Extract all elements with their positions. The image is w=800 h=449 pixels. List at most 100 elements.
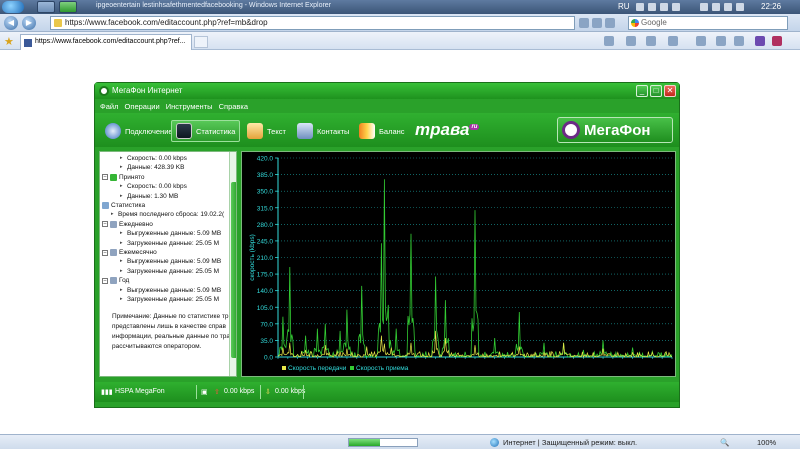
tree-row[interactable]: ▸ Выгруженные данные: 5.09 MB bbox=[120, 230, 221, 239]
tree-row[interactable]: ▸ Выгруженные данные: 5.09 MB bbox=[120, 258, 221, 267]
menu-help[interactable]: Справка bbox=[219, 102, 248, 111]
upload-arrow-icon: ⇧ bbox=[214, 389, 220, 396]
tray-icon[interactable] bbox=[648, 3, 656, 11]
tree-row[interactable]: – Принято bbox=[102, 173, 145, 183]
mail-icon[interactable] bbox=[646, 36, 656, 46]
window-title-text: ipgeoentertain lestinhsafethmentedfacebo… bbox=[96, 2, 332, 9]
text-label: Текст bbox=[267, 126, 286, 136]
balance-button[interactable]: Баланс bbox=[355, 120, 409, 142]
refresh-icon[interactable] bbox=[592, 18, 602, 28]
download-speed: 0.00 kbps bbox=[275, 388, 306, 395]
tray-icon[interactable] bbox=[672, 3, 680, 11]
menu-tools[interactable]: Инструменты bbox=[166, 102, 213, 111]
contacts-label: Контакты bbox=[317, 126, 350, 136]
zoom-level[interactable]: 100% bbox=[757, 438, 776, 447]
scrollbar-thumb[interactable] bbox=[231, 182, 236, 358]
modem-icon: ▣ bbox=[201, 389, 208, 396]
tree-expander-icon[interactable]: – bbox=[102, 249, 108, 256]
tray-icon[interactable] bbox=[712, 3, 720, 11]
page-icon bbox=[54, 19, 62, 27]
forward-button[interactable]: ▶ bbox=[22, 16, 36, 30]
tray-icon[interactable] bbox=[636, 3, 644, 11]
legend-swatch bbox=[350, 366, 354, 370]
status-divider bbox=[303, 385, 304, 399]
language-indicator[interactable]: RU bbox=[618, 2, 630, 11]
start-orb-icon[interactable] bbox=[2, 1, 24, 13]
tree-row[interactable]: – Ежемесячно bbox=[102, 249, 157, 258]
tree-row[interactable]: ▸ Скорость: 0.00 kbps bbox=[120, 155, 187, 164]
statistics-button[interactable]: Статистика bbox=[171, 120, 241, 142]
facebook-favicon-icon bbox=[24, 39, 32, 47]
arrow-icon: ▸ bbox=[120, 164, 123, 171]
tree-row[interactable]: ▸ Загруженные данные: 25.05 M bbox=[120, 240, 219, 249]
clock[interactable]: 22:26 bbox=[761, 2, 781, 11]
taskbar-ie-button[interactable] bbox=[37, 1, 55, 13]
signal-icon: ▮▮▮ bbox=[101, 389, 113, 396]
connect-button[interactable]: Подключение bbox=[101, 120, 177, 142]
arrow-icon: ▸ bbox=[120, 267, 123, 274]
contacts-button[interactable]: Контакты bbox=[293, 120, 353, 142]
address-input[interactable]: https://www.facebook.com/editaccount.php… bbox=[50, 16, 575, 30]
received-icon bbox=[110, 173, 117, 181]
trava-logo[interactable]: трава ru bbox=[415, 120, 480, 140]
close-button[interactable]: ✕ bbox=[664, 85, 676, 97]
lock-icon[interactable] bbox=[579, 18, 589, 28]
tree-row[interactable]: – Год bbox=[102, 277, 129, 286]
back-button[interactable]: ◀ bbox=[4, 16, 18, 30]
tree-row-label: Загруженные данные: 25.05 M bbox=[127, 296, 219, 304]
menu-operations[interactable]: Операции bbox=[125, 102, 160, 111]
y-tick-label: 420.0 bbox=[257, 156, 274, 163]
tree-row[interactable]: ▸ Время последнего сброса: 19.02.2( bbox=[111, 211, 224, 220]
tab-title: https://www.facebook.com/editaccount.php… bbox=[35, 38, 186, 45]
favorites-star-icon[interactable]: ★ bbox=[4, 35, 14, 48]
security-zone-text[interactable]: Интернет | Защищенный режим: выкл. bbox=[503, 438, 637, 447]
tray-icon[interactable] bbox=[700, 3, 708, 11]
tree-row[interactable]: ▸ Данные: 428.39 KB bbox=[120, 164, 184, 173]
addon-icon[interactable] bbox=[772, 36, 782, 46]
onenote-icon[interactable] bbox=[755, 36, 765, 46]
search-input[interactable]: Google bbox=[628, 16, 788, 30]
tree-row[interactable]: ▸ Данные: 1.30 MB bbox=[120, 193, 178, 202]
tree-row[interactable]: Статистика bbox=[102, 202, 145, 211]
tools-gear-icon[interactable] bbox=[734, 36, 744, 46]
tree-scrollbar[interactable] bbox=[229, 152, 236, 376]
print-icon[interactable] bbox=[668, 36, 678, 46]
tree-row-label: Выгруженные данные: 5.09 MB bbox=[127, 230, 222, 238]
tree-expander-icon[interactable]: – bbox=[102, 174, 108, 181]
tray-icon[interactable] bbox=[736, 3, 744, 11]
minimize-button[interactable]: _ bbox=[636, 85, 648, 97]
text-button[interactable]: Текст bbox=[243, 120, 290, 142]
window-titlebar[interactable]: МегаФон Интернет _ □ ✕ bbox=[95, 83, 679, 99]
tree-row[interactable]: ▸ Загруженные данные: 25.05 M bbox=[120, 296, 219, 305]
y-tick-label: 280.0 bbox=[257, 222, 274, 229]
feeds-icon[interactable] bbox=[626, 36, 636, 46]
tree-row[interactable]: ▸ Загруженные данные: 25.05 M bbox=[120, 268, 219, 277]
new-tab-button[interactable] bbox=[194, 36, 208, 48]
tray-icon[interactable] bbox=[660, 3, 668, 11]
arrow-icon: ▸ bbox=[120, 286, 123, 293]
stop-icon[interactable] bbox=[605, 18, 615, 28]
app-status-bar: ▮▮▮ HSPA MegaFon ▣ ⇧ 0.00 kbps ⇩ 0.00 kb… bbox=[95, 382, 679, 402]
tree-row[interactable]: ▸ Выгруженные данные: 5.09 MB bbox=[120, 287, 221, 296]
tree-row[interactable]: ▸ Скорость: 0.00 kbps bbox=[120, 183, 187, 192]
tree-expander-icon[interactable]: – bbox=[102, 221, 108, 228]
megafon-logo: МегаФон bbox=[557, 117, 673, 143]
search-placeholder: Google bbox=[641, 18, 667, 27]
menu-bar: Файл Операции Инструменты Справка bbox=[95, 99, 679, 113]
safety-menu-icon[interactable] bbox=[716, 36, 726, 46]
zoom-settings-icon[interactable]: 🔍 bbox=[720, 438, 729, 447]
envelope-icon bbox=[247, 123, 263, 139]
trava-logo-badge: ru bbox=[469, 124, 480, 131]
tray-icon[interactable] bbox=[724, 3, 732, 11]
browser-address-bar: ◀ ▶ https://www.facebook.com/editaccount… bbox=[0, 14, 800, 32]
tree-expander-icon[interactable]: – bbox=[102, 277, 108, 284]
maximize-button[interactable]: □ bbox=[650, 85, 662, 97]
page-menu-icon[interactable] bbox=[696, 36, 706, 46]
balance-icon bbox=[359, 123, 375, 139]
taskbar-megafon-button[interactable] bbox=[59, 1, 77, 13]
tree-row[interactable]: – Ежедневно bbox=[102, 220, 153, 230]
home-icon[interactable] bbox=[604, 36, 614, 46]
browser-tab[interactable]: https://www.facebook.com/editaccount.php… bbox=[20, 34, 192, 50]
connect-label: Подключение bbox=[125, 126, 173, 136]
menu-file[interactable]: Файл bbox=[100, 102, 118, 111]
